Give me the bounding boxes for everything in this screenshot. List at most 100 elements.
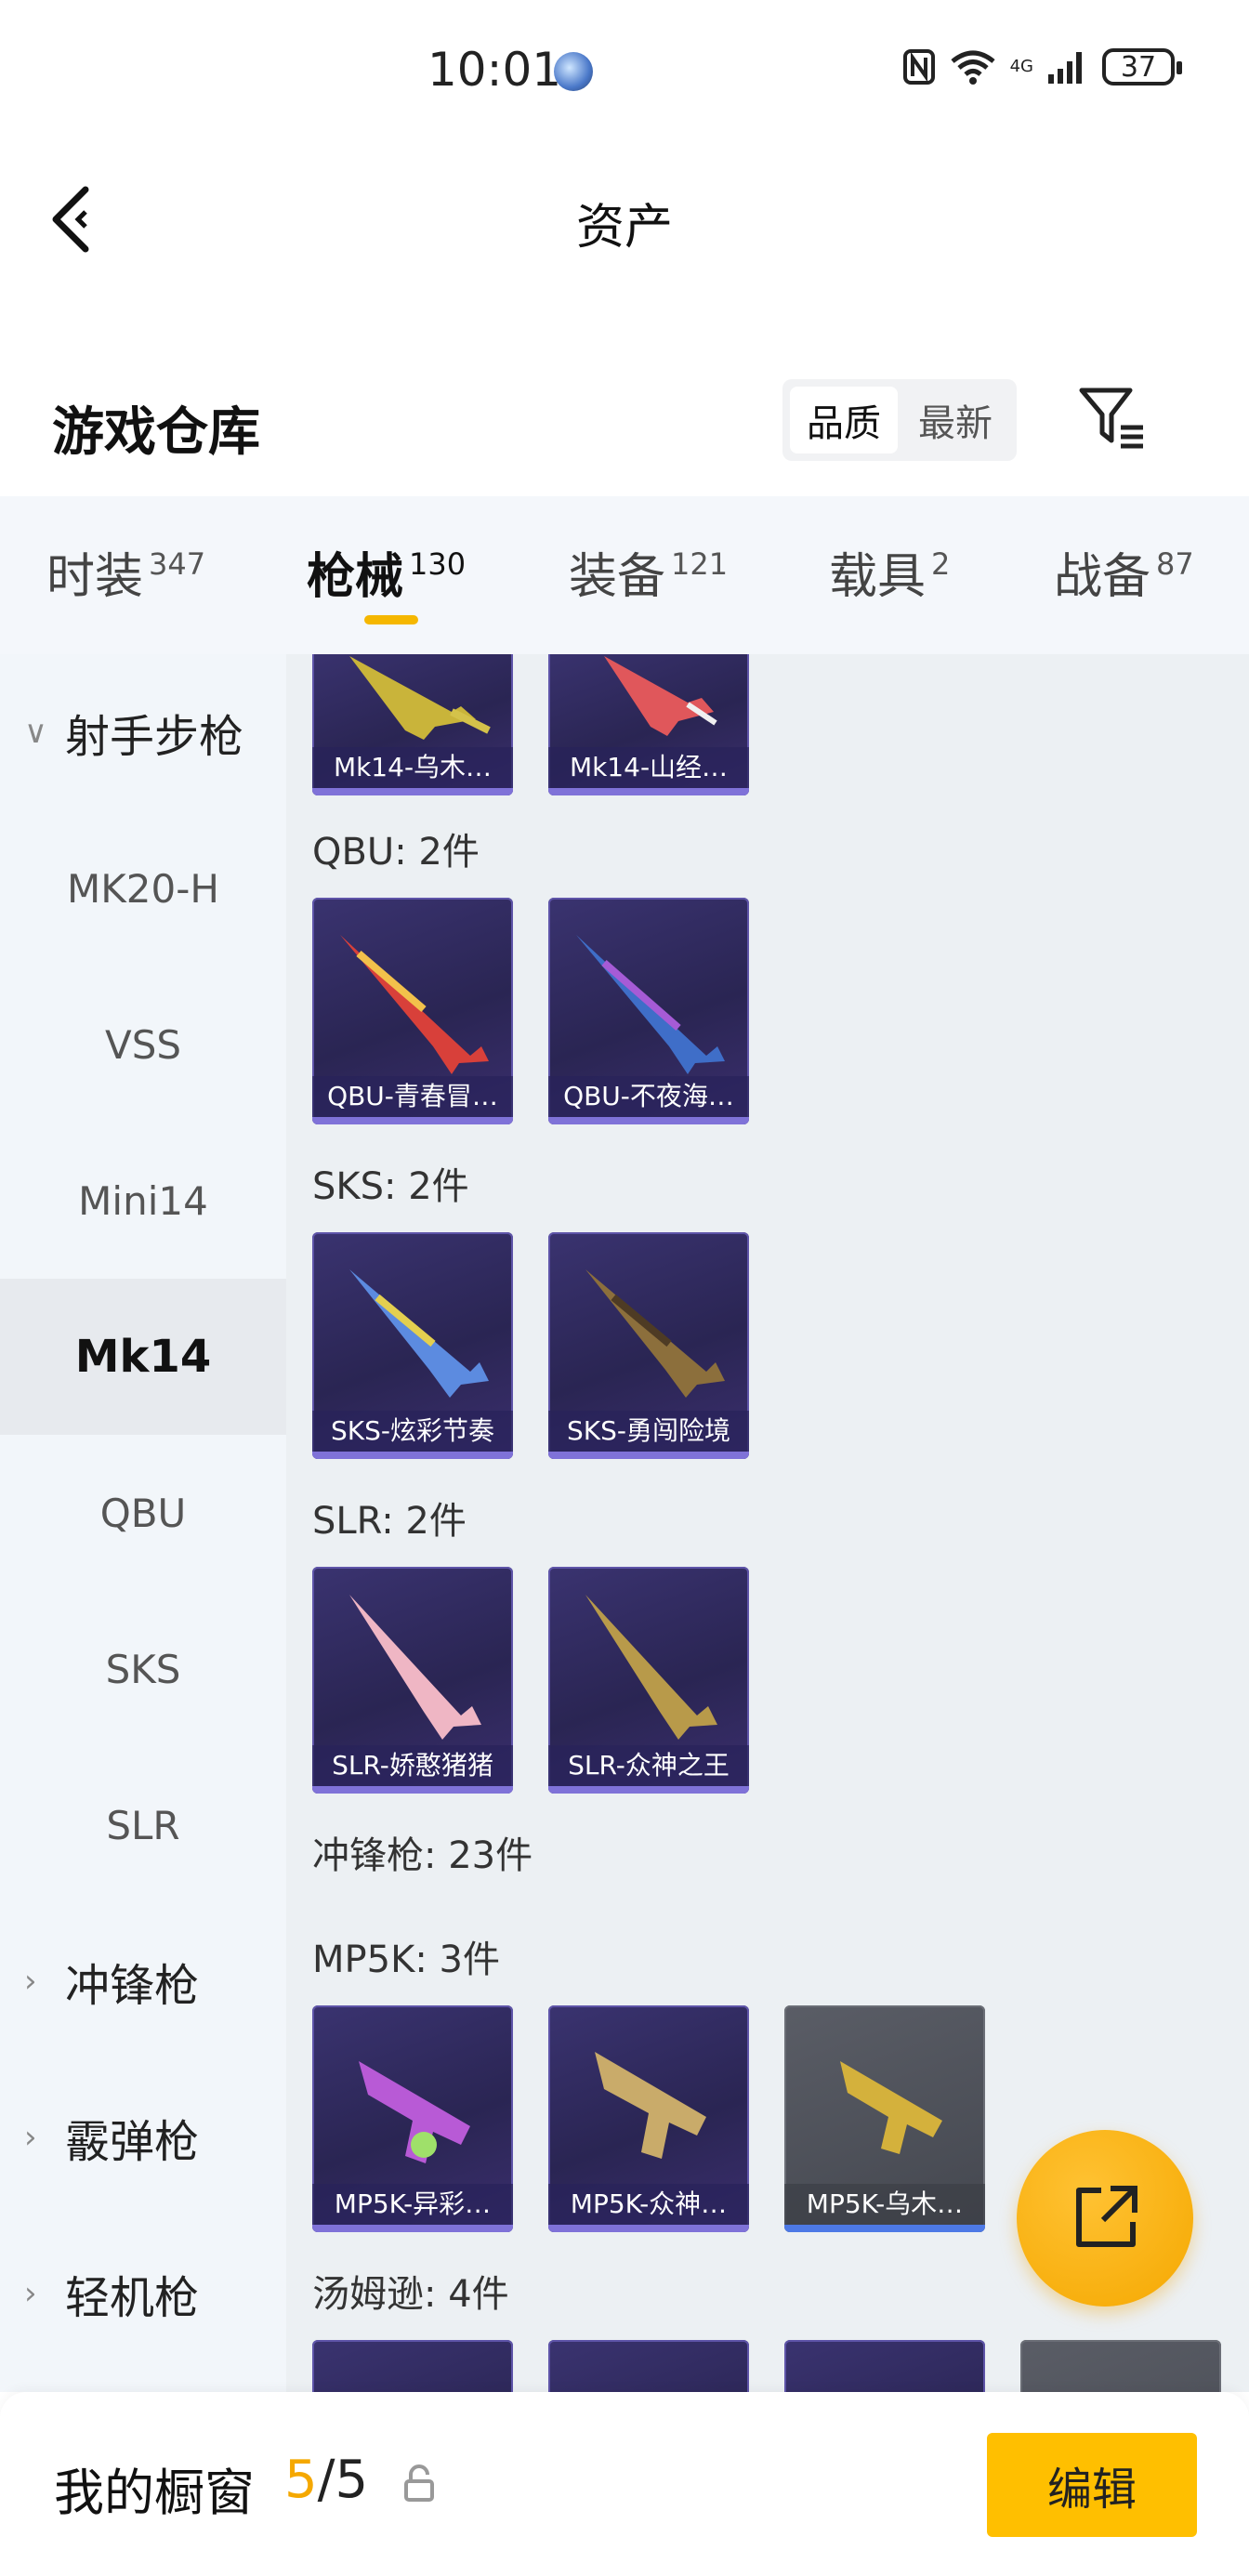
weapon-sidebar: ∨ 射手步枪 MK20-H VSS Mini14 Mk14 QBU SKS SL… bbox=[0, 654, 286, 2392]
group-label: MP5K: 3件 bbox=[312, 1939, 500, 1981]
rifle-icon bbox=[349, 1269, 489, 1398]
weapon-card[interactable]: SKS-勇闯险境 bbox=[548, 1232, 749, 1459]
chevron-right-icon: › bbox=[24, 1963, 37, 2000]
tab-count: 130 bbox=[409, 546, 467, 582]
weapon-card[interactable] bbox=[1020, 2340, 1221, 2392]
showcase-total: /5 bbox=[317, 2450, 369, 2510]
tab-skins[interactable]: 时装 347 bbox=[46, 537, 205, 607]
group-label: SKS: 2件 bbox=[312, 1165, 469, 1208]
category-label: 冲锋枪: 23件 bbox=[312, 1834, 533, 1877]
tab-vehicles[interactable]: 载具 2 bbox=[829, 537, 950, 607]
sidebar-group-lmg[interactable]: › 轻机枪 bbox=[0, 2215, 286, 2372]
card-label: SKS-勇闯险境 bbox=[548, 1411, 749, 1452]
category-tabs: 时装 347 枪械 130 装备 121 载具 2 战备 87 bbox=[0, 496, 1249, 654]
card-label: SLR-众神之王 bbox=[548, 1745, 749, 1786]
card-label: MP5K-乌木… bbox=[784, 2184, 985, 2225]
status-avatar-icon bbox=[554, 52, 593, 91]
status-bar: 10:01 4G 37 bbox=[0, 0, 1249, 139]
sort-toggle: 品质 最新 bbox=[782, 379, 1017, 461]
tab-label: 枪械 bbox=[307, 549, 404, 605]
sidebar-group-label: 冲锋枪 bbox=[65, 1960, 200, 2012]
status-icons: 4G 37 bbox=[902, 48, 1182, 85]
sidebar-group-shotgun[interactable]: › 霰弹枪 bbox=[0, 2059, 286, 2215]
sidebar-item-sks[interactable]: SKS bbox=[0, 1591, 286, 1747]
rarity-bar bbox=[312, 1786, 513, 1794]
section-title: 游戏仓库 bbox=[52, 402, 260, 463]
showcase-bar: 我的橱窗 5/5 编辑 bbox=[0, 2392, 1249, 2576]
weapon-card[interactable]: MP5K-异彩… bbox=[312, 2005, 513, 2232]
chevron-right-icon: › bbox=[24, 2275, 37, 2312]
sidebar-item-mini14[interactable]: Mini14 bbox=[0, 1123, 286, 1279]
weapon-card[interactable]: SLR-众神之王 bbox=[548, 1567, 749, 1794]
tab-guns[interactable]: 枪械 130 bbox=[307, 537, 466, 607]
smg-icon bbox=[595, 2052, 706, 2159]
showcase-current: 5 bbox=[284, 2450, 318, 2510]
sidebar-item-vss[interactable]: VSS bbox=[0, 966, 286, 1123]
wifi-icon bbox=[951, 50, 995, 85]
weapon-card[interactable] bbox=[784, 2340, 985, 2392]
tab-label: 载具 bbox=[829, 549, 927, 605]
tab-label: 战备 bbox=[1054, 549, 1151, 605]
active-tab-indicator bbox=[364, 615, 418, 624]
card-label: QBU-青春冒… bbox=[312, 1076, 513, 1117]
weapon-card[interactable]: SLR-娇憨猪猪 bbox=[312, 1567, 513, 1794]
chevron-down-icon: ∨ bbox=[24, 714, 47, 751]
filter-icon[interactable] bbox=[1076, 383, 1147, 453]
sidebar-item-mk14[interactable]: Mk14 bbox=[0, 1279, 286, 1435]
rarity-bar bbox=[784, 2225, 985, 2232]
title-bar: 资产 bbox=[0, 139, 1249, 297]
sidebar-item-slr[interactable]: SLR bbox=[0, 1747, 286, 1903]
lock-icon bbox=[404, 2464, 434, 2502]
rifle-icon bbox=[349, 1595, 481, 1740]
group-label: QBU: 2件 bbox=[312, 831, 480, 874]
sidebar-group-smg[interactable]: › 冲锋枪 bbox=[0, 1903, 286, 2059]
card-label: QBU-不夜海… bbox=[548, 1076, 749, 1117]
page-title: 资产 bbox=[575, 200, 673, 256]
signal-icon bbox=[1048, 52, 1082, 84]
weapon-card[interactable]: Mk14-乌木… bbox=[312, 654, 513, 795]
weapon-card[interactable]: MP5K-乌木… bbox=[784, 2005, 985, 2232]
share-icon bbox=[1076, 2186, 1137, 2247]
edit-button[interactable]: 编辑 bbox=[987, 2433, 1197, 2537]
card-label: Mk14-山经… bbox=[548, 747, 749, 788]
showcase-count: 5/5 bbox=[284, 2450, 368, 2510]
warehouse-header: 游戏仓库 品质 最新 bbox=[0, 362, 1249, 502]
rifle-icon bbox=[576, 935, 725, 1074]
weapon-card[interactable]: QBU-不夜海… bbox=[548, 898, 749, 1124]
rarity-bar bbox=[548, 1786, 749, 1794]
weapon-card[interactable]: MP5K-众神… bbox=[548, 2005, 749, 2232]
sidebar-group-marksman[interactable]: ∨ 射手步枪 bbox=[0, 654, 286, 810]
weapon-card[interactable]: QBU-青春冒… bbox=[312, 898, 513, 1124]
weapon-card[interactable]: Mk14-山经… bbox=[548, 654, 749, 795]
rifle-icon bbox=[585, 1595, 717, 1740]
battery-level: 37 bbox=[1120, 50, 1157, 84]
card-label: Mk14-乌木… bbox=[312, 747, 513, 788]
rarity-bar bbox=[312, 2225, 513, 2232]
tab-equipment[interactable]: 装备 121 bbox=[569, 537, 728, 607]
tab-label: 装备 bbox=[569, 549, 666, 605]
weapon-card[interactable]: SKS-炫彩节奏 bbox=[312, 1232, 513, 1459]
chevron-right-icon: › bbox=[24, 2119, 37, 2156]
card-label: SLR-娇憨猪猪 bbox=[312, 1745, 513, 1786]
share-button[interactable] bbox=[1017, 2130, 1193, 2307]
weapon-card[interactable] bbox=[548, 2340, 749, 2392]
card-label: SKS-炫彩节奏 bbox=[312, 1411, 513, 1452]
sidebar-item-mk20h[interactable]: MK20-H bbox=[0, 810, 286, 966]
showcase-label: 我的橱窗 bbox=[54, 2464, 255, 2522]
sort-quality-button[interactable]: 品质 bbox=[790, 387, 898, 453]
group-label: SLR: 2件 bbox=[312, 1500, 467, 1543]
rarity-bar bbox=[548, 2225, 749, 2232]
weapon-card[interactable] bbox=[312, 2340, 513, 2392]
rarity-bar bbox=[548, 1452, 749, 1459]
tab-tactical-gear[interactable]: 战备 87 bbox=[1054, 537, 1194, 607]
smg-icon bbox=[840, 2061, 942, 2154]
rarity-bar bbox=[312, 1452, 513, 1459]
tab-count: 347 bbox=[149, 546, 206, 582]
sort-newest-button[interactable]: 最新 bbox=[901, 387, 1009, 453]
card-label: MP5K-异彩… bbox=[312, 2184, 513, 2225]
smg-icon bbox=[359, 2061, 470, 2163]
rarity-bar bbox=[548, 788, 749, 795]
rarity-bar bbox=[548, 1117, 749, 1124]
rifle-icon bbox=[585, 1269, 725, 1398]
sidebar-item-qbu[interactable]: QBU bbox=[0, 1435, 286, 1591]
